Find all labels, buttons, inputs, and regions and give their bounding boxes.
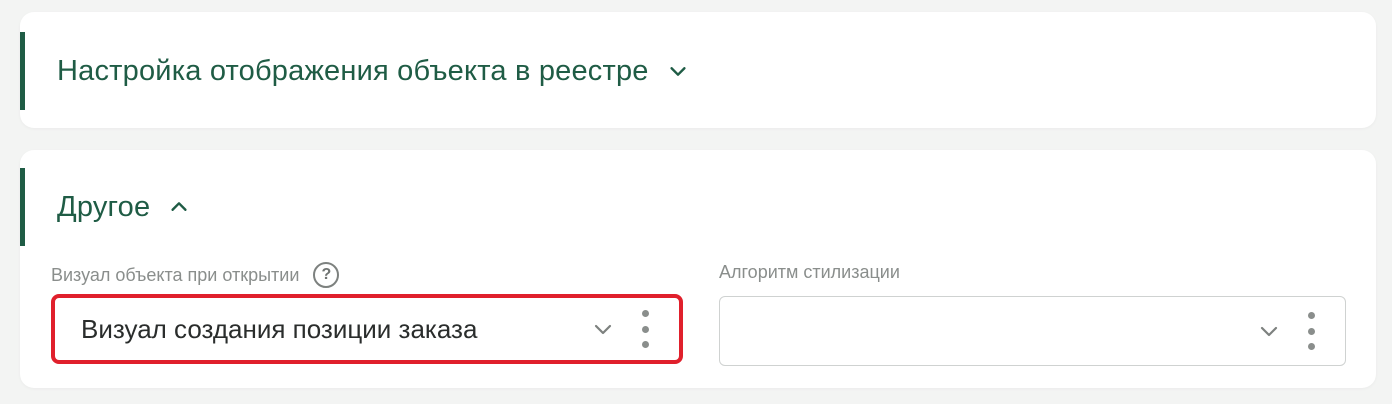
help-icon[interactable]: ?: [313, 262, 340, 288]
visual-on-open-select[interactable]: Визуал создания позиции заказа: [51, 294, 683, 364]
chevron-down-icon[interactable]: [1257, 319, 1281, 343]
section-title: Другое: [57, 190, 151, 223]
section-accent-bar: [20, 32, 25, 110]
chevron-down-icon[interactable]: [667, 60, 689, 82]
section-accent-bar: [20, 168, 25, 246]
field-label-text: Алгоритм стилизации: [719, 262, 900, 282]
section-card-other: Другое Визуал объекта при открытии ? Виз…: [20, 150, 1376, 388]
styling-algorithm-select[interactable]: [719, 296, 1346, 366]
section-title: Настройка отображения объекта в реестре: [57, 54, 649, 87]
section-card-display-settings: Настройка отображения объекта в реестре: [20, 12, 1376, 128]
more-options-icon[interactable]: [1307, 312, 1315, 350]
section-header-display-settings[interactable]: Настройка отображения объекта в реестре: [20, 32, 689, 110]
visual-on-open-label: Визуал объекта при открытии ?: [51, 262, 340, 288]
chevron-down-icon[interactable]: [591, 317, 615, 341]
more-options-icon[interactable]: [641, 310, 649, 348]
chevron-up-icon[interactable]: [168, 196, 190, 218]
select-value: Визуал создания позиции заказа: [81, 313, 478, 344]
styling-algorithm-label: Алгоритм стилизации: [719, 262, 900, 283]
field-label-text: Визуал объекта при открытии: [51, 264, 300, 285]
section-header-other[interactable]: Другое: [20, 168, 190, 246]
